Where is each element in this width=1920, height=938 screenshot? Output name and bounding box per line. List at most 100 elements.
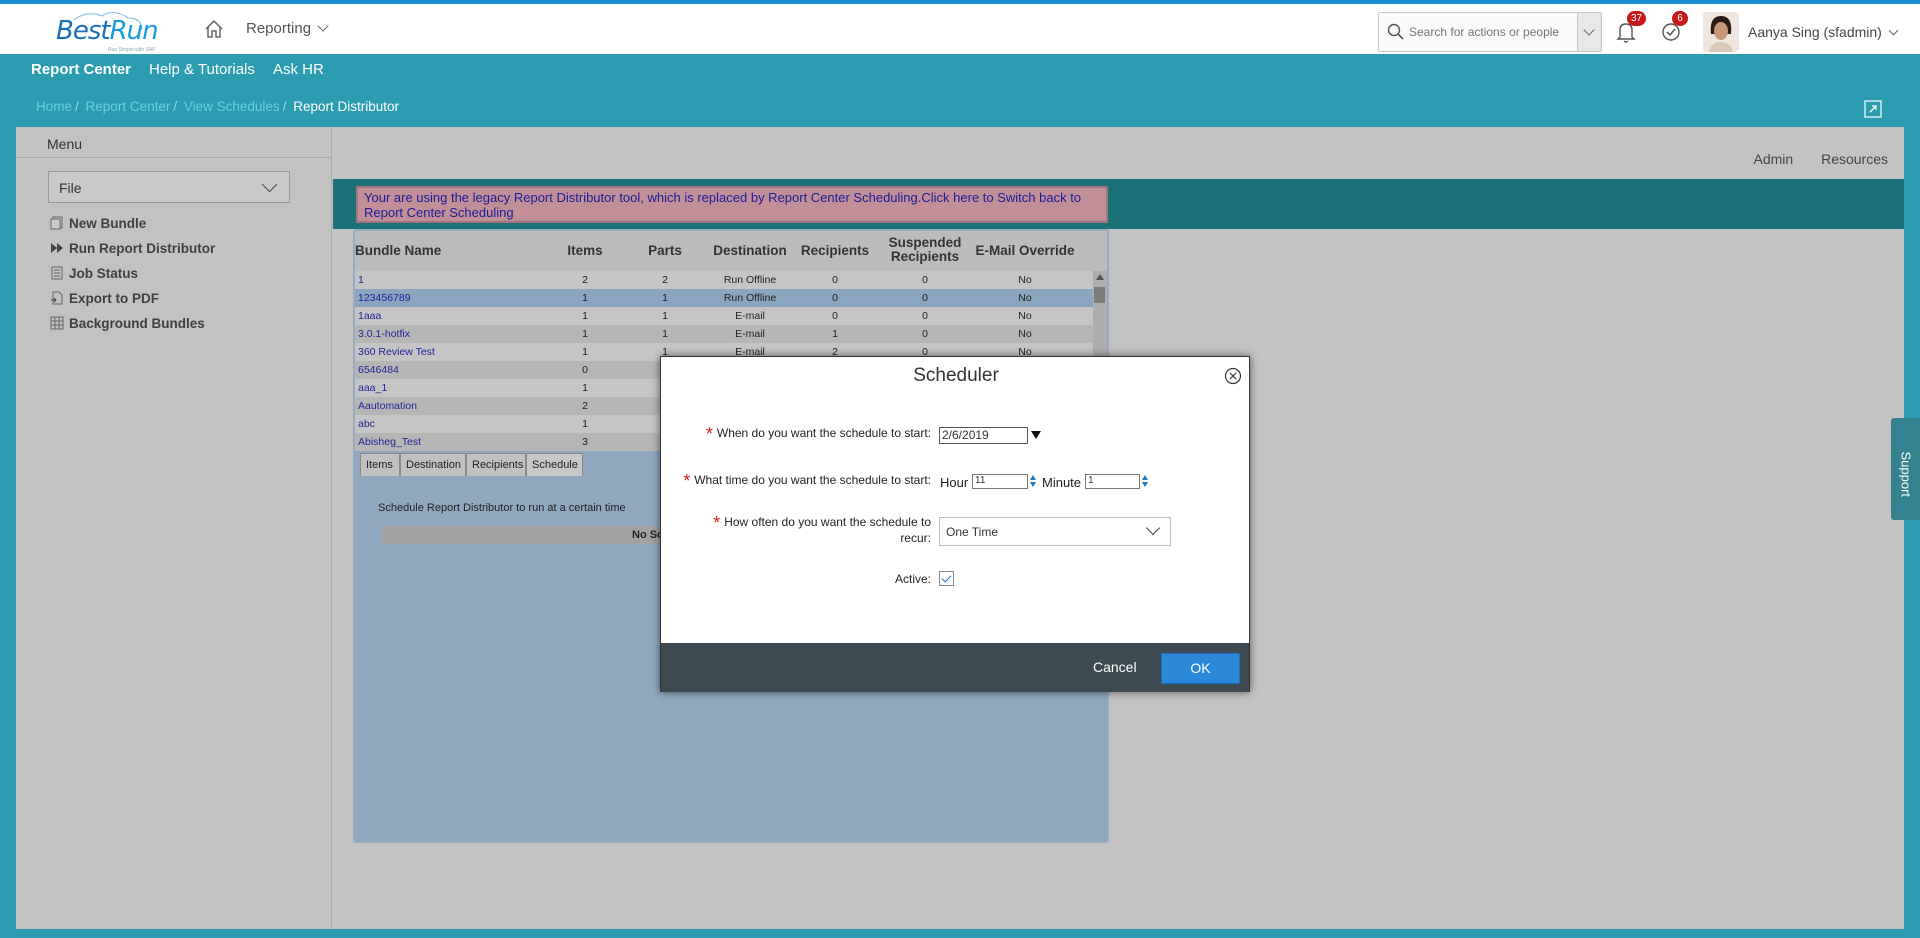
chevron-down-icon xyxy=(1888,25,1899,36)
new-bundle-icon xyxy=(50,216,63,230)
logo-text: BestRun xyxy=(56,16,159,46)
col-destination[interactable]: Destination xyxy=(705,244,795,258)
active-label: Active: xyxy=(894,572,931,586)
cell-override: No xyxy=(1018,328,1032,340)
hour-field[interactable]: 11 xyxy=(972,474,1028,489)
avatar[interactable] xyxy=(1703,12,1739,52)
cell-items: 0 xyxy=(582,364,588,376)
file-select[interactable]: File xyxy=(48,171,290,203)
sidebar-item-export-pdf[interactable]: Export to PDF xyxy=(50,291,159,306)
sidebar-item-new-bundle[interactable]: New Bundle xyxy=(50,216,146,231)
run-icon xyxy=(51,243,63,253)
breadcrumb-home[interactable]: Home xyxy=(36,99,72,114)
cell-name[interactable]: 1 xyxy=(358,274,364,286)
sidebar: Menu File New Bundle Run Report Distribu… xyxy=(16,127,332,929)
cell-name[interactable]: 1aaa xyxy=(358,310,381,322)
reporting-menu[interactable]: Reporting xyxy=(246,20,329,37)
cell-name[interactable]: abc xyxy=(358,418,375,430)
admin-link[interactable]: Admin xyxy=(1754,151,1794,167)
cell-items: 2 xyxy=(582,274,588,286)
minute-spinner[interactable] xyxy=(1141,474,1150,489)
search-box[interactable] xyxy=(1378,12,1602,52)
search-scope-dropdown[interactable] xyxy=(1577,13,1601,51)
start-time-label: * What time do you want the schedule to s… xyxy=(683,471,931,491)
resources-link[interactable]: Resources xyxy=(1821,151,1888,167)
col-recipients[interactable]: Recipients xyxy=(795,244,875,258)
col-items[interactable]: Items xyxy=(555,244,615,258)
support-tab[interactable]: Support xyxy=(1891,418,1920,520)
cell-name[interactable]: Aautomation xyxy=(358,400,417,412)
scroll-up-icon[interactable] xyxy=(1096,274,1104,280)
bestrun-logo[interactable]: BestRun Run Simple with SAP xyxy=(56,10,159,53)
nav-ask-hr[interactable]: Ask HR xyxy=(273,61,324,78)
cell-items: 2 xyxy=(582,400,588,412)
legacy-warning-banner[interactable]: Your are using the legacy Report Distrib… xyxy=(356,186,1108,223)
cell-name[interactable]: 6546484 xyxy=(358,364,399,376)
recurrence-select[interactable]: One Time xyxy=(939,517,1171,546)
sub-navigation: Report Center Help & Tutorials Ask HR xyxy=(0,54,1920,82)
nav-report-center[interactable]: Report Center xyxy=(31,61,131,78)
col-parts[interactable]: Parts xyxy=(635,244,695,258)
col-bundle-name[interactable]: Bundle Name xyxy=(355,244,445,258)
close-icon[interactable] xyxy=(1224,367,1242,385)
scroll-thumb[interactable] xyxy=(1094,287,1105,303)
tab-recipients[interactable]: Recipients xyxy=(466,453,526,477)
chevron-down-icon xyxy=(1145,520,1161,536)
start-date-label: * When do you want the schedule to start: xyxy=(705,424,931,444)
cell-items: 1 xyxy=(582,310,588,322)
cell-name[interactable]: Abisheg_Test xyxy=(358,436,421,448)
notification-badge: 37 xyxy=(1627,11,1647,26)
menu-title: Menu xyxy=(47,136,83,152)
table-row[interactable]: 1 2 2 Run Offline 0 0 No xyxy=(355,271,1103,289)
table-row[interactable]: 123456789 1 1 Run Offline 0 0 No xyxy=(355,289,1103,307)
cell-name[interactable]: 123456789 xyxy=(358,292,411,304)
cancel-button[interactable]: Cancel xyxy=(1093,659,1137,675)
cell-name[interactable]: 3.0.1-hotfix xyxy=(358,328,410,340)
cell-items: 1 xyxy=(582,418,588,430)
grid-header: Bundle Name Items Parts Destination Reci… xyxy=(355,231,1107,271)
logo-tagline: Run Simple with SAP xyxy=(108,47,156,53)
schedule-description: Schedule Report Distributor to run at a … xyxy=(378,502,626,514)
cell-name[interactable]: 360 Review Test xyxy=(358,346,435,358)
tab-schedule[interactable]: Schedule xyxy=(526,453,583,477)
cell-items: 1 xyxy=(582,346,588,358)
hour-spinner[interactable] xyxy=(1029,474,1038,489)
date-picker-button[interactable] xyxy=(1027,427,1043,444)
breadcrumb-report-center[interactable]: Report Center xyxy=(86,99,171,114)
search-input[interactable] xyxy=(1409,22,1567,42)
table-row[interactable]: 1aaa 1 1 E-mail 0 0 No xyxy=(355,307,1103,325)
top-header: BestRun Run Simple with SAP Reporting 37… xyxy=(0,0,1920,54)
cell-name[interactable]: aaa_1 xyxy=(358,382,387,394)
user-menu[interactable]: Aanya Sing (sfadmin) xyxy=(1748,24,1899,40)
home-icon[interactable] xyxy=(203,18,225,40)
tab-items[interactable]: Items xyxy=(360,453,400,477)
search-icon xyxy=(1387,23,1404,40)
sidebar-item-background-bundles[interactable]: Background Bundles xyxy=(50,316,205,331)
col-email-override[interactable]: E-Mail Override xyxy=(965,244,1085,258)
dialog-footer: Cancel OK xyxy=(661,643,1249,692)
cell-suspended: 0 xyxy=(922,274,928,286)
breadcrumb-current: Report Distributor xyxy=(293,99,400,114)
hour-label: Hour xyxy=(940,475,969,490)
cell-recipients: 1 xyxy=(832,328,838,340)
active-checkbox[interactable] xyxy=(939,571,954,586)
cell-items: 1 xyxy=(582,382,588,394)
tasks-button[interactable]: 6 xyxy=(1660,11,1688,44)
cell-recipients: 0 xyxy=(832,310,838,322)
top-links: Admin Resources xyxy=(1730,151,1889,167)
breadcrumb-view-schedules[interactable]: View Schedules xyxy=(184,99,280,114)
notifications-button[interactable]: 37 xyxy=(1615,11,1647,44)
table-row[interactable]: 3.0.1-hotfix 1 1 E-mail 1 0 No xyxy=(355,325,1103,343)
nav-help-tutorials[interactable]: Help & Tutorials xyxy=(149,61,255,78)
minute-field[interactable]: 1 xyxy=(1085,474,1140,489)
tab-destination[interactable]: Destination xyxy=(400,453,466,477)
sidebar-item-run-report-distributor[interactable]: Run Report Distributor xyxy=(50,241,215,256)
col-suspended-recipients[interactable]: Suspended Recipients xyxy=(885,236,965,264)
cell-recipients: 0 xyxy=(832,292,838,304)
expand-icon[interactable] xyxy=(1864,100,1882,118)
cell-parts: 1 xyxy=(662,292,668,304)
dialog-title: Scheduler xyxy=(913,365,999,386)
cell-items: 1 xyxy=(582,328,588,340)
ok-button[interactable]: OK xyxy=(1161,653,1240,684)
sidebar-item-job-status[interactable]: Job Status xyxy=(50,266,138,281)
